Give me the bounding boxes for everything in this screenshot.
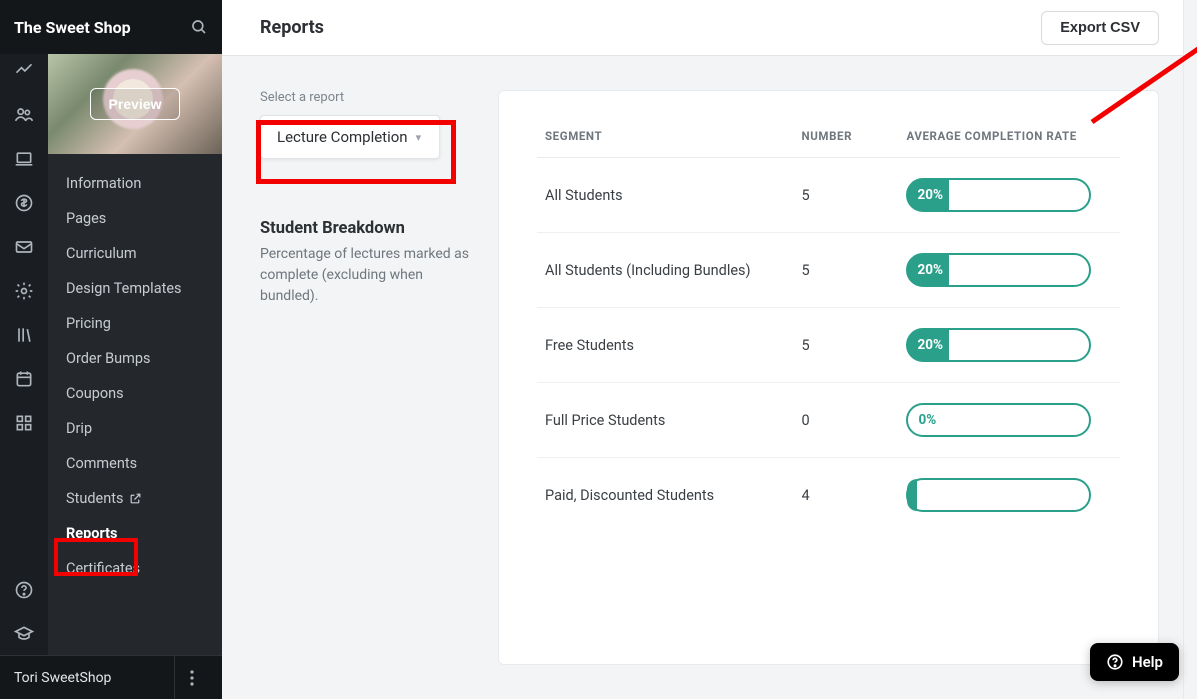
- nav-design-templates[interactable]: Design Templates: [48, 271, 222, 306]
- nav-coupons[interactable]: Coupons: [48, 376, 222, 411]
- completion-zero-label: 0%: [918, 405, 936, 435]
- nav-information[interactable]: Information: [48, 166, 222, 201]
- nav-certificates[interactable]: Certificates: [48, 551, 222, 586]
- completion-pill: 20%: [906, 328, 1091, 362]
- brand-title: The Sweet Shop: [14, 18, 190, 37]
- nav-curriculum[interactable]: Curriculum: [48, 236, 222, 271]
- completion-fill: 20%: [907, 329, 949, 361]
- table-row: Paid, Discounted Students4: [537, 458, 1120, 533]
- cell-rate: 20%: [898, 308, 1120, 383]
- chevron-down-icon: ▾: [416, 131, 422, 144]
- completion-fill: 20%: [907, 254, 949, 286]
- cell-rate: 20%: [898, 233, 1120, 308]
- nav-students[interactable]: Students: [48, 481, 222, 516]
- course-sidebar: Preview Information Pages Curriculum Des…: [48, 0, 222, 699]
- top-bar: Reports Export CSV: [222, 0, 1197, 56]
- cell-number: 5: [794, 233, 899, 308]
- graduation-icon[interactable]: [13, 623, 35, 645]
- completion-pill: 20%: [906, 178, 1091, 212]
- cell-number: 5: [794, 158, 899, 233]
- nav-students-label: Students: [66, 490, 123, 507]
- user-name: Tori SweetShop: [14, 670, 111, 686]
- brand-bar: The Sweet Shop: [0, 0, 222, 54]
- col-header-rate: AVERAGE COMPLETION RATE: [898, 115, 1120, 158]
- cell-segment: Free Students: [537, 308, 794, 383]
- table-row: All Students520%: [537, 158, 1120, 233]
- user-menu-icon[interactable]: [174, 656, 208, 699]
- report-select-label: Select a report: [260, 90, 470, 105]
- completion-pill: 20%: [906, 253, 1091, 287]
- cell-segment: Paid, Discounted Students: [537, 458, 794, 533]
- col-header-segment: SEGMENT: [537, 115, 794, 158]
- library-icon[interactable]: [13, 324, 35, 346]
- completion-fill: [907, 479, 917, 511]
- course-nav: Information Pages Curriculum Design Temp…: [48, 154, 222, 598]
- nav-pages[interactable]: Pages: [48, 201, 222, 236]
- cell-rate: 20%: [898, 158, 1120, 233]
- help-icon: [1106, 653, 1124, 671]
- table-row: Full Price Students0 0%: [537, 383, 1120, 458]
- help-circle-icon[interactable]: [13, 579, 35, 601]
- cell-number: 5: [794, 308, 899, 383]
- page-title: Reports: [260, 17, 324, 38]
- course-hero: Preview: [48, 54, 222, 154]
- help-label: Help: [1132, 653, 1163, 671]
- cell-segment: All Students (Including Bundles): [537, 233, 794, 308]
- nav-pricing[interactable]: Pricing: [48, 306, 222, 341]
- col-header-number: NUMBER: [794, 115, 899, 158]
- breakdown-title: Student Breakdown: [260, 219, 470, 238]
- calendar-icon[interactable]: [13, 368, 35, 390]
- scrollbar[interactable]: [1183, 0, 1197, 699]
- apps-icon[interactable]: [13, 412, 35, 434]
- report-card: SEGMENT NUMBER AVERAGE COMPLETION RATE A…: [498, 90, 1159, 665]
- completion-fill: 20%: [907, 179, 949, 211]
- laptop-icon[interactable]: [13, 148, 35, 170]
- cell-segment: All Students: [537, 158, 794, 233]
- report-select[interactable]: Lecture Completion ▾: [260, 115, 440, 159]
- analytics-icon[interactable]: [13, 60, 35, 82]
- completion-pill: 0%: [906, 403, 1091, 437]
- cell-rate: [898, 458, 1120, 533]
- user-bar[interactable]: Tori SweetShop: [0, 655, 222, 699]
- export-csv-button[interactable]: Export CSV: [1041, 11, 1159, 45]
- cell-segment: Full Price Students: [537, 383, 794, 458]
- gear-icon[interactable]: [13, 280, 35, 302]
- search-icon[interactable]: [190, 18, 208, 36]
- report-select-value: Lecture Completion: [277, 128, 408, 146]
- preview-button[interactable]: Preview: [90, 88, 181, 120]
- icon-rail: [0, 0, 48, 699]
- nav-reports[interactable]: Reports: [48, 516, 222, 551]
- cell-number: 0: [794, 383, 899, 458]
- cell-rate: 0%: [898, 383, 1120, 458]
- main-content: Reports Export CSV Select a report Lectu…: [222, 0, 1197, 699]
- dollar-icon[interactable]: [13, 192, 35, 214]
- people-icon[interactable]: [13, 104, 35, 126]
- nav-order-bumps[interactable]: Order Bumps: [48, 341, 222, 376]
- mail-icon[interactable]: [13, 236, 35, 258]
- external-link-icon: [129, 492, 142, 505]
- completion-pill: [906, 478, 1091, 512]
- cell-number: 4: [794, 458, 899, 533]
- nav-drip[interactable]: Drip: [48, 411, 222, 446]
- table-row: Free Students520%: [537, 308, 1120, 383]
- help-widget[interactable]: Help: [1090, 643, 1179, 681]
- report-table: SEGMENT NUMBER AVERAGE COMPLETION RATE A…: [537, 115, 1120, 532]
- nav-comments[interactable]: Comments: [48, 446, 222, 481]
- table-row: All Students (Including Bundles)520%: [537, 233, 1120, 308]
- breakdown-description: Percentage of lectures marked as complet…: [260, 244, 470, 307]
